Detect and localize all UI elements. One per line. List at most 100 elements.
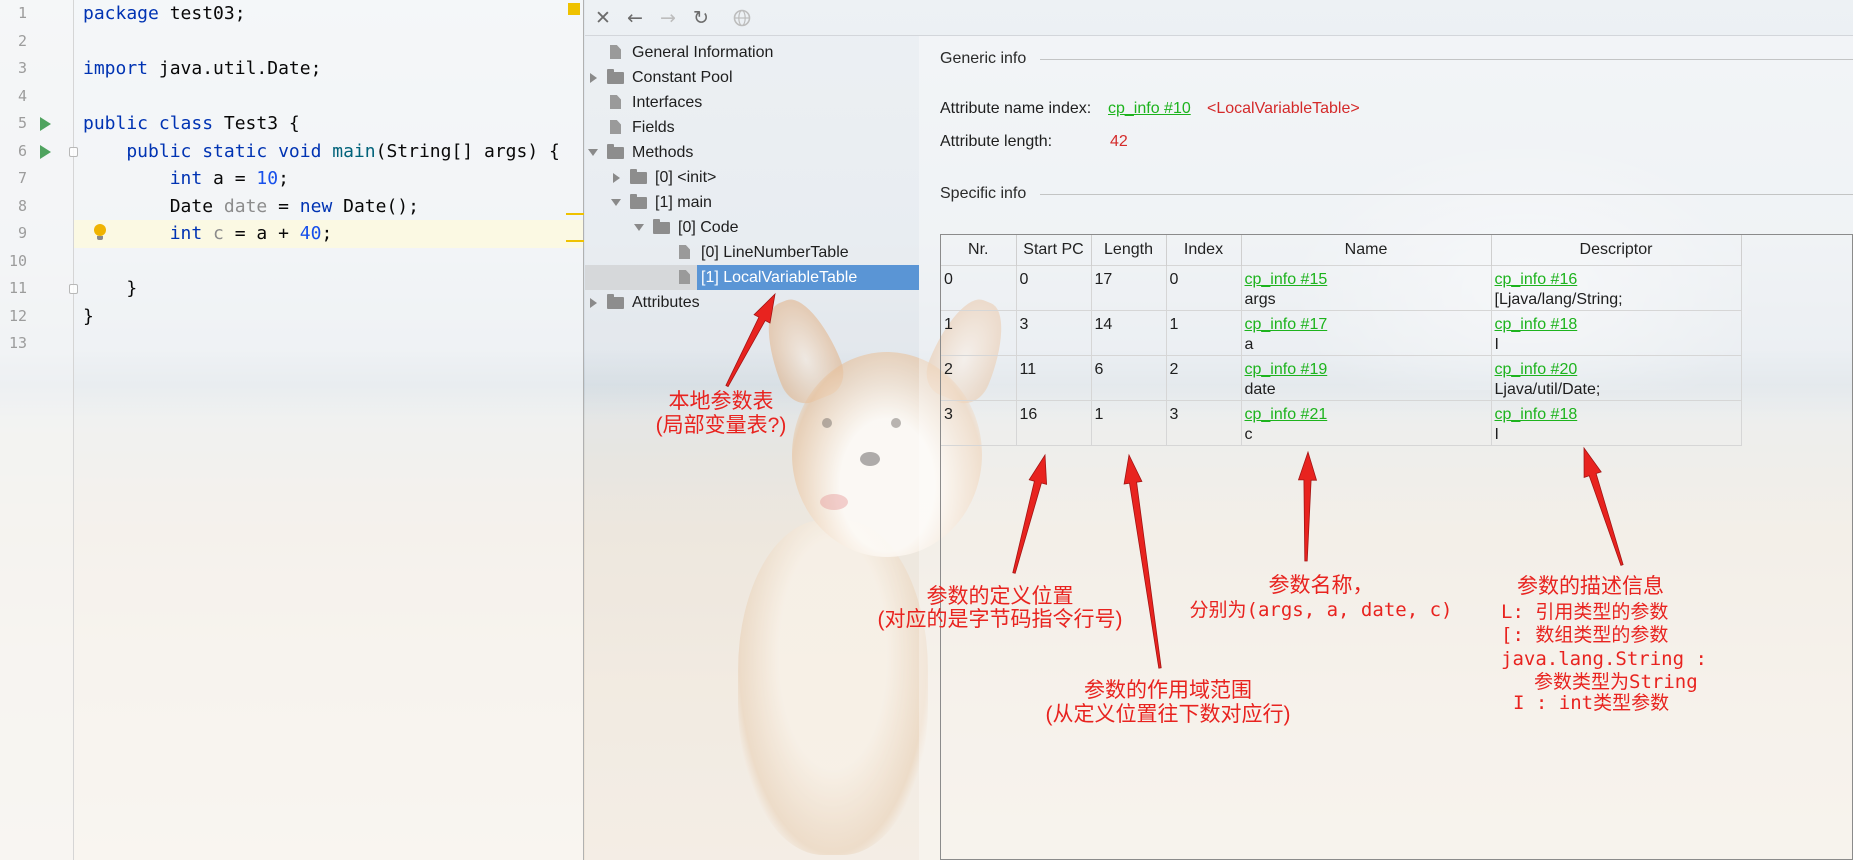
tree-item-0-init[interactable]: [0] <init> [585,165,919,190]
tree-item-label: [0] LineNumberTable [701,244,849,261]
cell-nr: 1 [941,309,1017,356]
code-line[interactable]: int c = a + 40; [83,220,560,248]
code-line[interactable]: Date date = new Date(); [83,193,560,221]
inspection-status-icon[interactable] [568,3,580,15]
code-line[interactable]: } [83,303,560,331]
cell-index: 0 [1165,264,1242,311]
browser-icon[interactable] [728,4,756,32]
code-token: test03; [158,3,246,24]
line-numbers: 1 2 3 4 5 6 7 8 9 10 11 12 13 [0,0,27,358]
folder-icon [630,169,647,184]
line-number: 4 [17,86,27,105]
tree-item-label: [1] LocalVariableTable [697,265,919,290]
column-header-name[interactable]: Name [1241,235,1492,265]
code-editor[interactable]: 1 2 3 4 5 6 7 8 9 10 11 12 13 package test03; import … [0,0,584,860]
column-header-descriptor[interactable]: Descriptor [1491,235,1742,265]
code-line[interactable]: public static void main(String[] args) { [83,138,560,166]
chevron-right-icon[interactable] [613,172,620,183]
code-line[interactable]: public class Test3 { [83,110,560,138]
code-token: int [83,168,214,189]
class-structure-tree[interactable]: General Information Constant Pool Interfac… [585,36,919,860]
chevron-right-icon[interactable] [590,72,597,83]
annotation-line: (局部变量表?) [655,414,787,437]
column-header-length[interactable]: Length [1091,235,1167,265]
cp-info-link[interactable]: cp_info #17 [1245,315,1488,335]
code-line[interactable] [83,83,560,111]
tree-item-0-linenumbertable[interactable]: [0] LineNumberTable [585,240,919,265]
name-value: args [1244,290,1276,308]
column-header-nr[interactable]: Nr. [941,235,1017,265]
cp-info-link[interactable]: cp_info #20 [1495,360,1738,380]
tree-item-label: [1] main [655,194,712,211]
file-icon [679,245,690,259]
tree-item-interfaces[interactable]: Interfaces [585,90,919,115]
tree-item-label: Interfaces [632,94,703,111]
local-variable-grid[interactable]: Nr. Start PC Length Index Name Descripto… [941,235,1742,446]
code-token: = a + [223,223,300,244]
code-line[interactable]: import java.util.Date; [83,55,560,83]
chevron-right-icon[interactable] [590,297,597,308]
editor-gutter[interactable]: 1 2 3 4 5 6 7 8 9 10 11 12 13 [0,0,78,860]
file-icon [679,270,690,284]
warning-marker[interactable] [566,213,584,215]
column-header-index[interactable]: Index [1166,235,1242,265]
code-line[interactable] [83,248,560,276]
folder-icon [630,194,647,209]
tree-item-fields[interactable]: Fields [585,115,919,140]
cp-info-link[interactable]: cp_info #19 [1245,360,1488,380]
code-line[interactable]: int a = 10; [83,165,560,193]
code-token: date [223,195,268,217]
forward-icon[interactable]: → [654,4,682,32]
code-token: package [83,3,159,24]
column-header-start-pc[interactable]: Start PC [1016,235,1092,265]
cp-info-link[interactable]: cp_info #21 [1245,405,1488,425]
cell-descriptor: cp_info #16 [Ljava/lang/String; [1490,264,1742,311]
run-icon[interactable] [40,117,51,131]
code-line[interactable]: } [83,275,560,303]
tree-item-0-code[interactable]: [0] Code [585,215,919,240]
table-row[interactable]: 1 3 14 1 cp_info #17 a cp_info #18 I [941,309,1742,356]
tree-item-methods[interactable]: Methods [585,140,919,165]
cell-length: 17 [1090,264,1167,311]
tree-item-1-main[interactable]: [1] main [585,190,919,215]
code-line[interactable] [83,330,560,358]
back-icon[interactable]: ← [621,4,649,32]
table-header-row: Nr. Start PC Length Index Name Descripto… [941,235,1742,265]
cp-info-link[interactable]: cp_info #15 [1245,270,1488,290]
annotation-line: 参数的作用域范围 [1084,679,1252,702]
cp-info-link[interactable]: cp_info #18 [1495,405,1738,425]
descriptor-value: I [1494,335,1499,353]
section-divider [1040,194,1853,195]
close-icon[interactable]: ✕ [589,4,617,32]
descriptor-value: Ljava/util/Date; [1494,380,1601,398]
cp-info-link[interactable]: cp_info #10 [1108,99,1191,119]
code-token: 10 [256,168,279,189]
fold-icon[interactable] [69,283,78,294]
cp-info-link[interactable]: cp_info #18 [1495,315,1738,335]
tree-item-attributes[interactable]: Attributes [585,290,919,315]
fold-icon[interactable] [69,146,78,157]
chevron-down-icon[interactable] [588,149,598,156]
refresh-icon[interactable]: ↻ [687,4,715,32]
warning-marker[interactable] [566,240,584,242]
local-variable-table[interactable]: Nr. Start PC Length Index Name Descripto… [940,234,1853,860]
table-row[interactable]: 3 16 1 3 cp_info #21 c cp_info #18 I [941,399,1742,446]
chevron-down-icon[interactable] [611,199,621,206]
chevron-down-icon[interactable] [634,224,644,231]
cp-info-link[interactable]: cp_info #16 [1495,270,1738,290]
code-line[interactable]: package test03; [83,0,560,28]
tree-item-1-localvariabletable[interactable]: [1] LocalVariableTable [585,265,919,290]
table-row[interactable]: 0 0 17 0 cp_info #15 args cp_info #16 [Ljava/la… [941,264,1742,311]
tree-item-general-information[interactable]: General Information [585,40,919,65]
code-line[interactable] [83,28,560,56]
code-area[interactable]: package test03; import java.util.Date; pub… [83,0,560,358]
folder-icon [653,219,670,234]
generic-info-title: Generic info [940,50,1027,67]
code-token: } [83,278,138,299]
line-number: 6 [17,141,27,160]
tree-item-constant-pool[interactable]: Constant Pool [585,65,919,90]
cell-index: 3 [1165,399,1242,446]
cell-name: cp_info #21 c [1240,399,1492,446]
run-icon[interactable] [40,144,51,159]
table-row[interactable]: 2 11 6 2 cp_info #19 date cp_info #20 Ljava/uti… [941,354,1742,401]
